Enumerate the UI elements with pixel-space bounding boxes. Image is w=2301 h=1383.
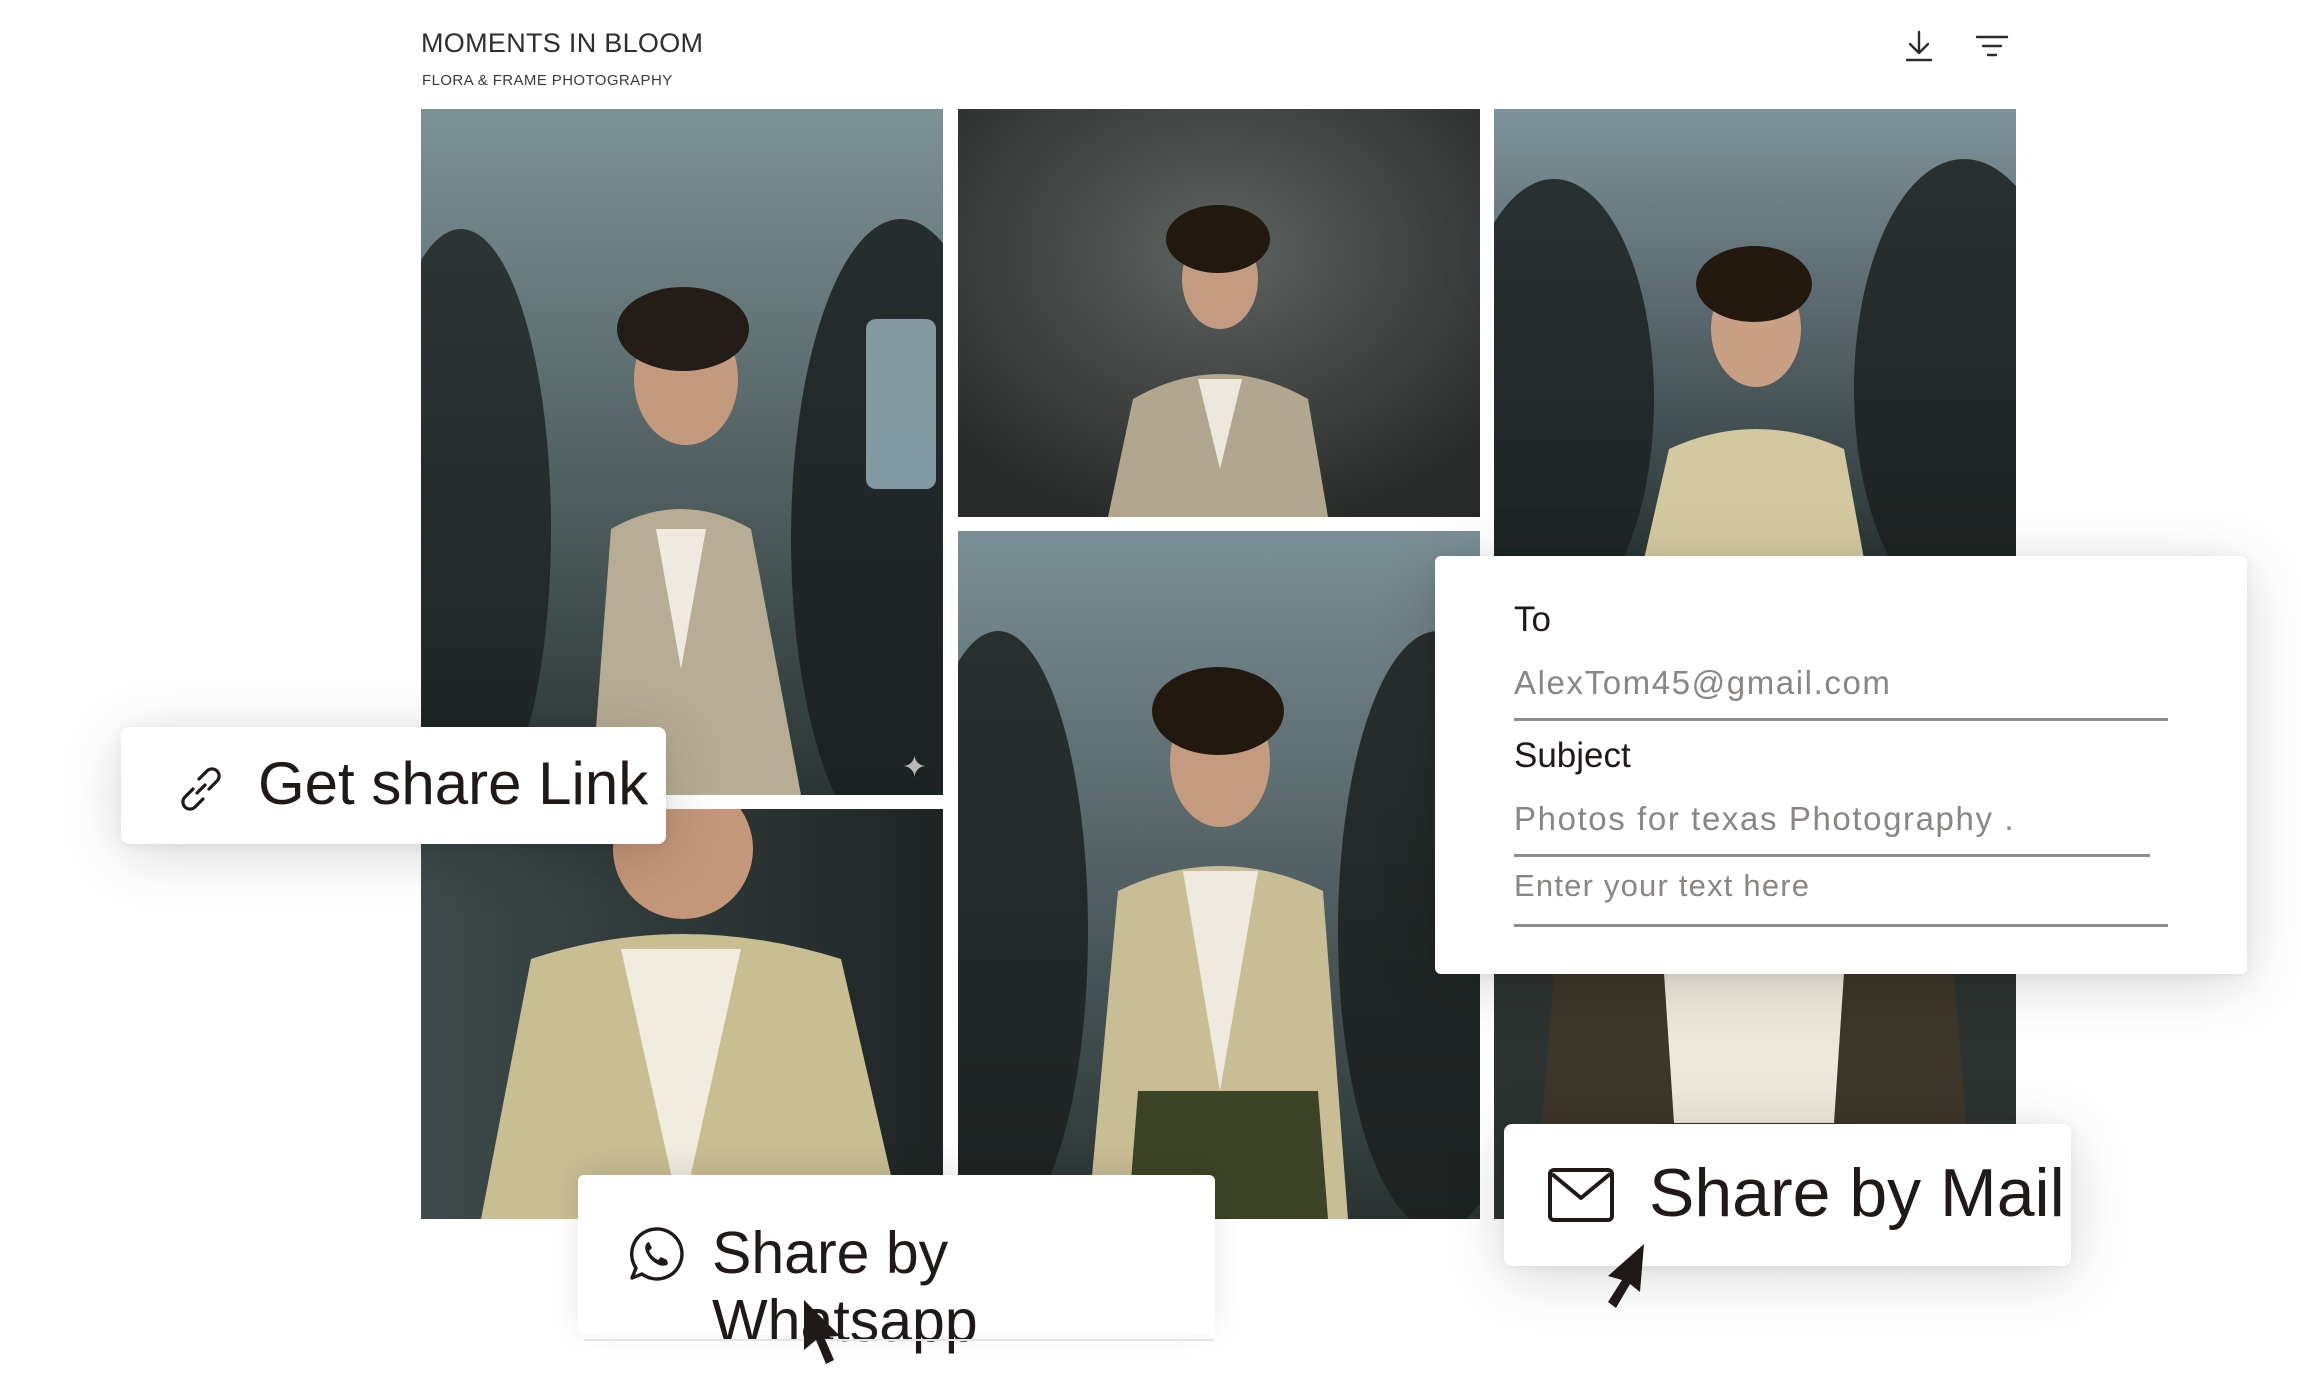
- photo-woman-crowd-left[interactable]: ✦: [421, 109, 943, 795]
- page-subtitle: FLORA & FRAME PHOTOGRAPHY: [422, 72, 673, 89]
- pointer-cursor-icon: [800, 1298, 848, 1378]
- to-field-underline: [1514, 718, 2168, 721]
- whatsapp-icon: [626, 1224, 686, 1284]
- mail-form: To AlexTom45@gmail.com Subject Photos fo…: [1435, 556, 2247, 974]
- pointer-cursor-icon-mail: [1602, 1244, 1650, 1324]
- share-whatsapp-button[interactable]: Share by Whatsapp: [578, 1175, 1215, 1354]
- subject-field[interactable]: Photos for texas Photography .: [1514, 800, 2015, 838]
- photo-woman-closeup[interactable]: [421, 809, 943, 1219]
- message-field-underline: [1514, 924, 2168, 927]
- link-icon: [173, 761, 229, 817]
- photo-woman-studio[interactable]: [958, 109, 1480, 517]
- download-icon[interactable]: [1899, 26, 1939, 66]
- get-share-link-label: Get share Link: [258, 750, 649, 817]
- sparkle-icon: ✦: [901, 751, 927, 784]
- share-whatsapp-label: Share by Whatsapp: [712, 1220, 978, 1354]
- share-mail-label: Share by Mail: [1649, 1155, 2065, 1231]
- photo-woman-crowd-right[interactable]: [1494, 109, 2016, 559]
- mail-icon: [1547, 1167, 1615, 1223]
- subject-label: Subject: [1514, 736, 1631, 775]
- photo-woman-center[interactable]: [958, 531, 1480, 1219]
- to-label: To: [1514, 600, 1551, 639]
- to-field[interactable]: AlexTom45@gmail.com: [1514, 664, 1892, 702]
- get-share-link-button[interactable]: Get share Link: [121, 727, 666, 844]
- whatsapp-divider: [584, 1339, 1214, 1341]
- message-field[interactable]: Enter your text here: [1514, 868, 1810, 904]
- page-title: MOMENTS IN BLOOM: [421, 28, 704, 58]
- subject-field-underline: [1514, 854, 2150, 857]
- share-mail-button[interactable]: Share by Mail: [1504, 1124, 2071, 1266]
- filter-icon[interactable]: [1972, 26, 2012, 66]
